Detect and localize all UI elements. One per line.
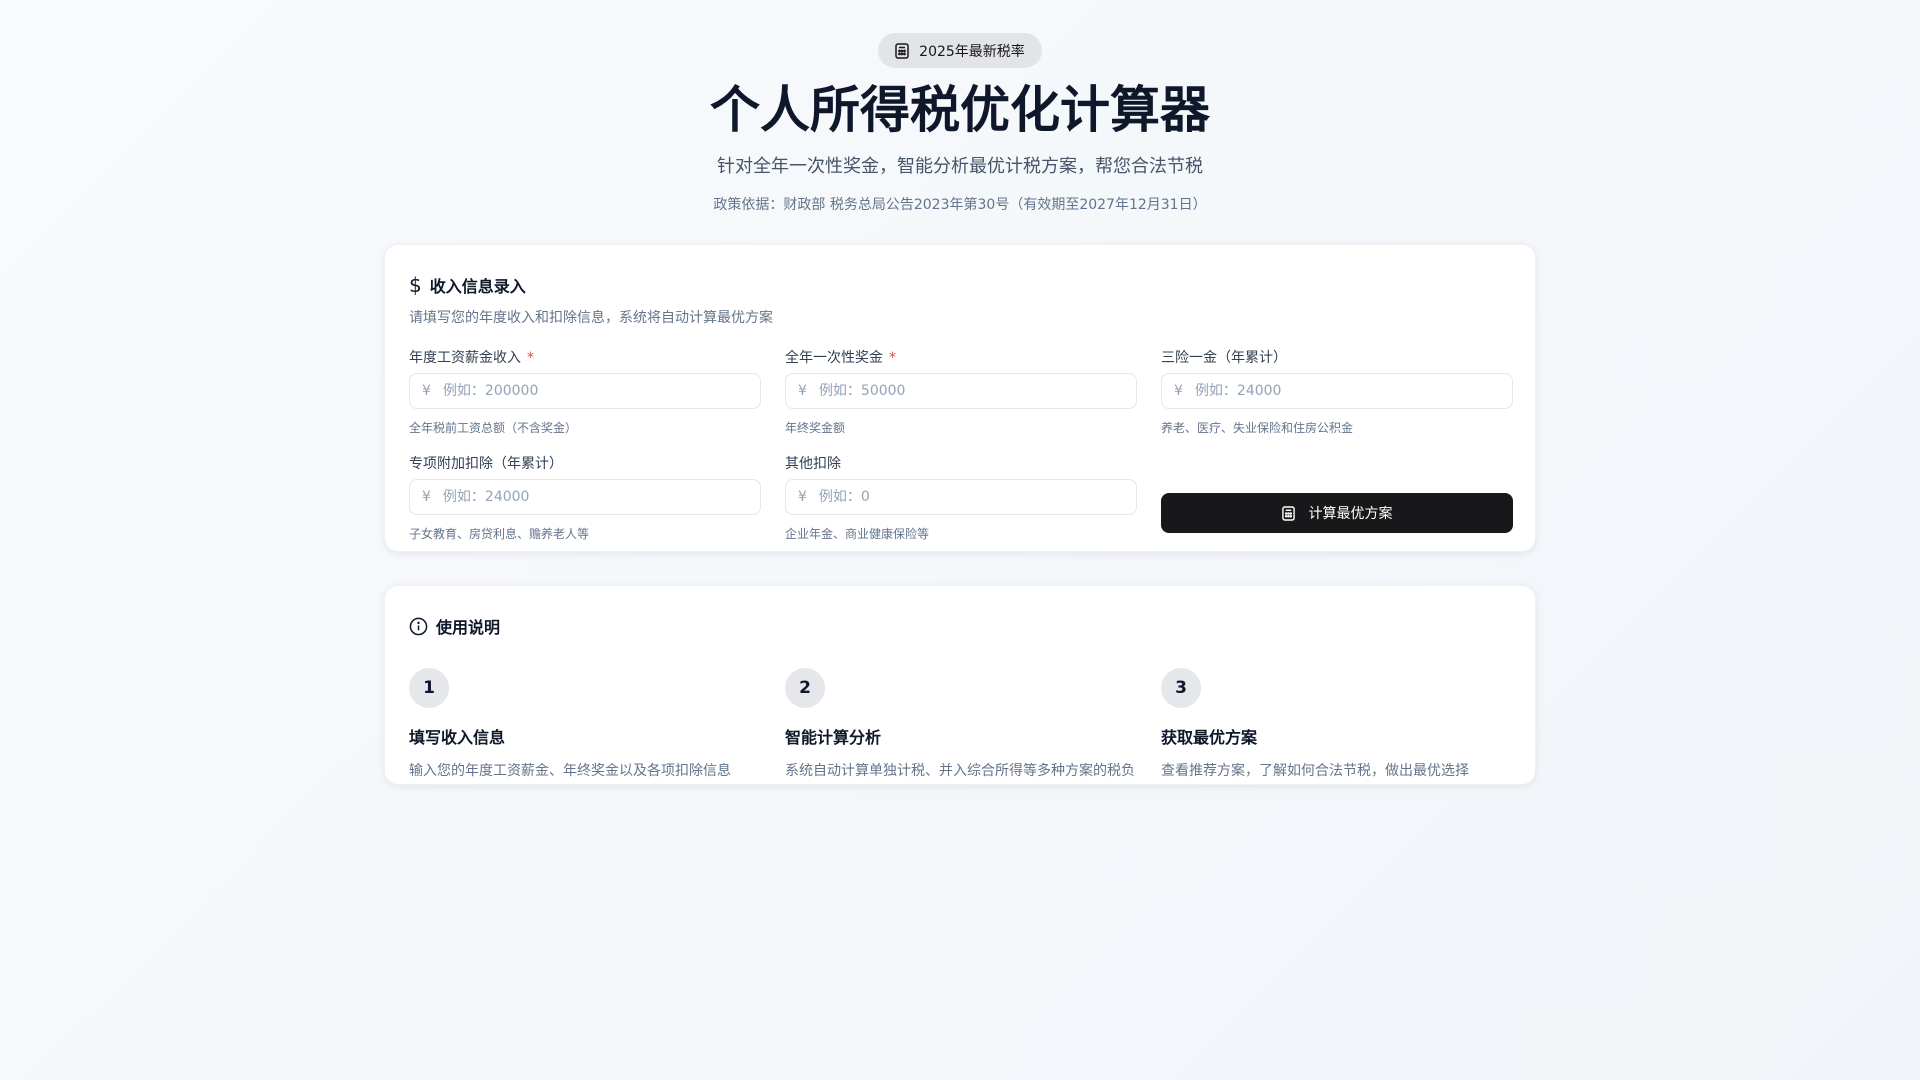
step-item: 3 获取最优方案查看推荐方案，了解如何合法节税，做出最优选择 xyxy=(1161,668,1513,780)
step-number: 1 xyxy=(409,668,449,708)
step-item: 1 填写收入信息输入您的年度工资薪金、年终奖金以及各项扣除信息 xyxy=(409,668,761,780)
insurance-field: 三险一金（年累计） ¥ 养老、医疗、失业保险和住房公积金 xyxy=(1161,347,1513,453)
bonus-field: 全年一次性奖金 * ¥ 年终奖金额 xyxy=(785,347,1137,453)
field-label: 三险一金（年累计） xyxy=(1161,350,1287,366)
step-description: 输入您的年度工资薪金、年终奖金以及各项扣除信息 xyxy=(409,763,731,779)
tax-rate-badge: 2025年最新税率 xyxy=(878,33,1042,68)
yuan-icon: ¥ xyxy=(798,489,807,505)
dollar-icon: $ xyxy=(409,273,422,297)
field-label: 年度工资薪金收入 xyxy=(409,350,521,366)
step-title: 填写收入信息 xyxy=(409,728,506,747)
insurance-input[interactable] xyxy=(1194,383,1512,399)
calculate-button-label: 计算最优方案 xyxy=(1308,506,1393,522)
step-description: 系统自动计算单独计税、并入综合所得等多种方案的税负 xyxy=(785,763,1135,779)
other-deduction-input[interactable] xyxy=(818,489,1136,505)
card-title: 收入信息录入 xyxy=(429,277,526,296)
field-help: 全年税前工资总额（不含奖金） xyxy=(409,421,578,435)
special-deduction-field: 专项附加扣除（年累计） ¥ 子女教育、房贷利息、赡养老人等 xyxy=(409,453,761,559)
field-help: 养老、医疗、失业保险和住房公积金 xyxy=(1161,421,1354,435)
page-title: 个人所得税优化计算器 xyxy=(710,81,1210,139)
bonus-input[interactable] xyxy=(818,383,1136,399)
calculator-icon xyxy=(1281,505,1295,521)
usage-guide-card: 使用说明 1 填写收入信息输入您的年度工资薪金、年终奖金以及各项扣除信息 2 智能计… xyxy=(384,585,1536,785)
salary-field: 年度工资薪金收入 * ¥ 全年税前工资总额（不含奖金） xyxy=(409,347,761,453)
step-description: 查看推荐方案，了解如何合法节税，做出最优选择 xyxy=(1161,763,1469,779)
info-icon xyxy=(409,617,428,635)
step-title: 获取最优方案 xyxy=(1161,728,1258,747)
calculator-icon xyxy=(895,42,909,59)
field-label: 全年一次性奖金 xyxy=(785,350,883,366)
yuan-icon: ¥ xyxy=(422,383,431,399)
salary-input[interactable] xyxy=(442,383,760,399)
step-item: 2 智能计算分析系统自动计算单独计税、并入综合所得等多种方案的税负 xyxy=(785,668,1137,780)
badge-label: 2025年最新税率 xyxy=(919,43,1025,60)
policy-note: 政策依据：财政部 税务总局公告2023年第30号（有效期至2027年12月31日… xyxy=(713,197,1207,213)
yuan-icon: ¥ xyxy=(422,489,431,505)
other-deduction-field: 其他扣除 ¥ 企业年金、商业健康保险等 xyxy=(785,453,1137,559)
calculate-button[interactable]: 计算最优方案 xyxy=(1161,493,1513,533)
field-help: 企业年金、商业健康保险等 xyxy=(785,527,930,541)
field-label: 其他扣除 xyxy=(785,456,841,472)
special-deduction-input[interactable] xyxy=(442,489,760,505)
field-label: 专项附加扣除（年累计） xyxy=(409,456,563,472)
card-description: 请填写您的年度收入和扣除信息，系统将自动计算最优方案 xyxy=(409,310,773,326)
guide-title: 使用说明 xyxy=(436,618,501,637)
step-title: 智能计算分析 xyxy=(785,728,882,747)
yuan-icon: ¥ xyxy=(1174,383,1183,399)
required-mark: * xyxy=(527,350,534,366)
step-number: 3 xyxy=(1161,668,1201,708)
yuan-icon: ¥ xyxy=(798,383,807,399)
hero: 2025年最新税率 个人所得税优化计算器 针对全年一次性奖金，智能分析最优计税方… xyxy=(0,0,1920,214)
field-help: 年终奖金额 xyxy=(785,421,846,435)
step-number: 2 xyxy=(785,668,825,708)
page-subtitle: 针对全年一次性奖金，智能分析最优计税方案，帮您合法节税 xyxy=(717,156,1203,177)
required-mark: * xyxy=(889,350,896,366)
field-help: 子女教育、房贷利息、赡养老人等 xyxy=(409,527,590,541)
income-form-card: $ 收入信息录入 请填写您的年度收入和扣除信息，系统将自动计算最优方案 年度工资薪… xyxy=(384,244,1536,552)
